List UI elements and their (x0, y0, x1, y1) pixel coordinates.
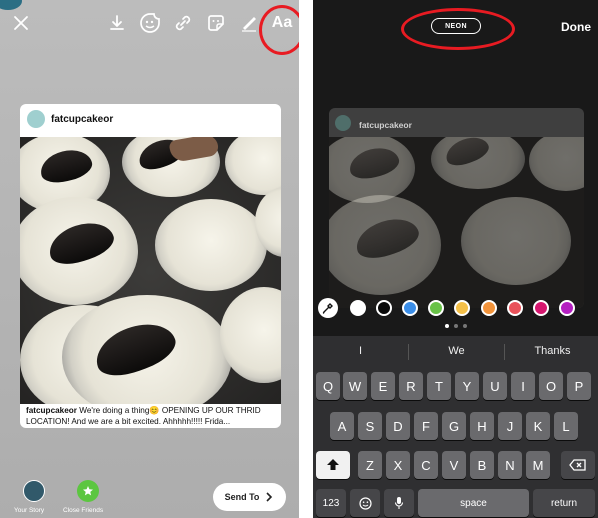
your-story-label: Your Story (14, 507, 45, 514)
chevron-right-icon (266, 492, 273, 502)
cupcake (529, 137, 584, 191)
shift-arrow-icon (327, 459, 339, 470)
color-red[interactable] (507, 300, 523, 316)
key-k[interactable]: K (526, 412, 550, 440)
dimmed-post-card: fatcupcakeor (329, 108, 584, 308)
key-c[interactable]: C (414, 451, 438, 479)
color-black[interactable] (376, 300, 392, 316)
backspace-icon (569, 459, 586, 471)
key-h[interactable]: H (470, 412, 494, 440)
key-g[interactable]: G (442, 412, 466, 440)
text-editor-screen: NEON Done fatcupcakeor I We Thanks Q W E… (313, 0, 598, 518)
suggestion-2[interactable]: We (409, 336, 504, 366)
key-n[interactable]: N (498, 451, 522, 479)
annotation-circle (401, 8, 515, 50)
key-w[interactable]: W (343, 372, 367, 400)
microphone-icon (394, 497, 404, 509)
send-to-label: Send To (224, 492, 260, 502)
color-yellow[interactable] (454, 300, 470, 316)
cupcake (225, 137, 281, 195)
emoji-key[interactable] (350, 489, 380, 517)
key-l[interactable]: L (554, 412, 578, 440)
cupcake (461, 197, 571, 285)
post-username: fatcupcakeor (51, 114, 114, 125)
color-picker (313, 296, 598, 322)
keyboard: I We Thanks Q W E R T Y U I O P A S D F … (313, 336, 598, 518)
color-blue[interactable] (402, 300, 418, 316)
shared-post-card[interactable]: fatcupcakeor fatcupcakeor We're doing a … (20, 104, 281, 428)
story-editor-screen: Aa fatcupcakeor fatcupcakeor We're doing… (0, 0, 299, 518)
key-i[interactable]: I (511, 372, 535, 400)
key-z[interactable]: Z (358, 451, 382, 479)
x-icon (14, 16, 28, 30)
color-purple[interactable] (559, 300, 575, 316)
post-caption: fatcupcakeor We're doing a thing😊 OPENIN… (26, 405, 278, 427)
page-indicator-dot (445, 324, 449, 328)
shift-key[interactable] (316, 451, 350, 479)
sticker-button[interactable] (203, 10, 229, 36)
suggestion-1[interactable]: I (313, 336, 408, 366)
star-icon (83, 486, 93, 496)
done-button[interactable]: Done (561, 20, 591, 34)
page-indicator-dot (463, 324, 467, 328)
page-indicator-dot (454, 324, 458, 328)
download-button[interactable] (104, 10, 130, 36)
corner-artifact (0, 0, 22, 10)
face-sticker-button[interactable] (137, 10, 163, 36)
link-button[interactable] (170, 10, 196, 36)
color-green[interactable] (428, 300, 444, 316)
close-friends-button[interactable] (77, 480, 99, 502)
emoji-icon (358, 496, 372, 510)
space-key[interactable]: space (418, 489, 529, 517)
key-x[interactable]: X (386, 451, 410, 479)
key-t[interactable]: T (427, 372, 451, 400)
face-sticker-icon (140, 13, 160, 33)
eyedropper-button[interactable] (318, 298, 338, 318)
key-s[interactable]: S (358, 412, 382, 440)
pen-icon (242, 17, 256, 32)
key-o[interactable]: O (539, 372, 563, 400)
post-photo (20, 137, 281, 404)
your-story-button[interactable] (23, 480, 45, 502)
avatar (27, 110, 45, 128)
close-button[interactable] (8, 10, 34, 36)
color-orange[interactable] (481, 300, 497, 316)
send-to-button[interactable]: Send To (213, 483, 286, 511)
key-a[interactable]: A (330, 412, 354, 440)
numbers-key[interactable]: 123 (316, 489, 346, 517)
eyedropper-icon (322, 303, 333, 314)
sticker-icon (208, 15, 224, 31)
cupcake (155, 199, 267, 291)
dictation-key[interactable] (384, 489, 414, 517)
caption-username: fatcupcakeor (26, 406, 77, 415)
key-v[interactable]: V (442, 451, 466, 479)
key-e[interactable]: E (371, 372, 395, 400)
key-m[interactable]: M (526, 451, 550, 479)
key-d[interactable]: D (386, 412, 410, 440)
key-p[interactable]: P (567, 372, 591, 400)
post-header: fatcupcakeor (20, 104, 281, 136)
link-icon (175, 15, 191, 31)
key-j[interactable]: J (498, 412, 522, 440)
key-b[interactable]: B (470, 451, 494, 479)
avatar (335, 115, 351, 131)
key-y[interactable]: Y (455, 372, 479, 400)
download-icon (110, 15, 124, 30)
return-key[interactable]: return (533, 489, 595, 517)
backspace-key[interactable] (561, 451, 595, 479)
color-white[interactable] (350, 300, 366, 316)
annotation-circle (259, 5, 299, 55)
suggestion-3[interactable]: Thanks (505, 336, 598, 366)
color-pink[interactable] (533, 300, 549, 316)
post-username: fatcupcakeor (359, 120, 412, 130)
key-r[interactable]: R (399, 372, 423, 400)
key-q[interactable]: Q (316, 372, 340, 400)
post-photo (329, 137, 584, 308)
key-f[interactable]: F (414, 412, 438, 440)
key-u[interactable]: U (483, 372, 507, 400)
close-friends-label: Close Friends (63, 507, 104, 514)
